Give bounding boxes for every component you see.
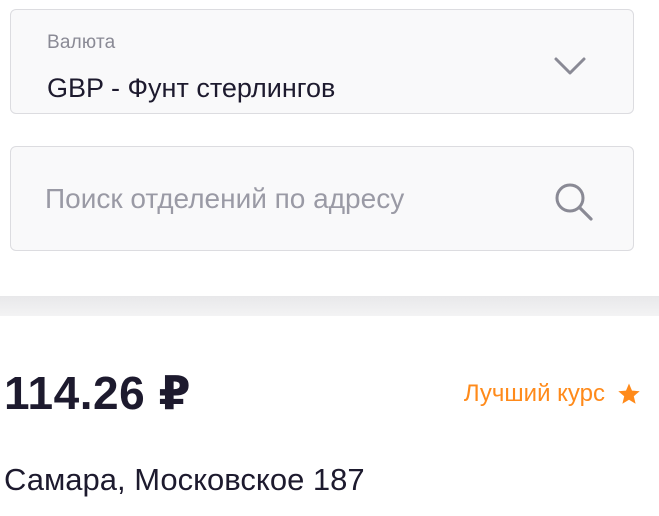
best-rate-label: Лучший курс — [463, 380, 605, 407]
exchange-rate: 114.26 ₽ — [4, 367, 191, 419]
currency-caption: Валюта — [47, 32, 116, 53]
section-divider — [0, 296, 659, 316]
currency-value: GBP - Фунт стерлингов — [47, 73, 336, 103]
star-icon — [618, 383, 640, 404]
branch-address[interactable]: Самара, Московское 187 — [4, 462, 365, 498]
branch-search — [10, 146, 634, 251]
chevron-down-icon[interactable] — [553, 55, 587, 77]
currency-select[interactable]: Валюта GBP - Фунт стерлингов — [10, 9, 634, 114]
best-rate-badge: Лучший курс — [464, 380, 641, 408]
search-input[interactable] — [45, 175, 545, 223]
exchange-page: Валюта GBP - Фунт стерлингов 114.26 ₽ Лу… — [0, 0, 659, 516]
search-icon[interactable] — [553, 181, 595, 223]
